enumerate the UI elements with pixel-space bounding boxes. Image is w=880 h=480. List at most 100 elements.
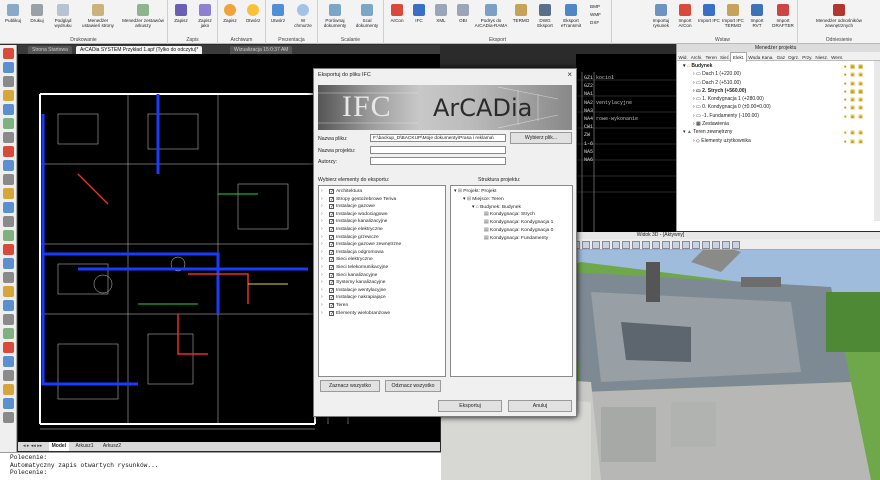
tree-node-attic[interactable]: › ▭ 2. Strych (+560.00) ● ▣ ▣	[683, 87, 880, 95]
view-tool-icon[interactable]	[702, 240, 710, 249]
authors-field[interactable]	[370, 157, 506, 165]
close-icon[interactable]: ×	[567, 70, 572, 79]
element-item[interactable]: › ✓ Sieci kanalizacyjne	[319, 272, 445, 280]
checkbox[interactable]: ✓	[329, 226, 334, 232]
checkbox[interactable]: ✓	[329, 280, 334, 286]
checkbox[interactable]: ✓	[329, 272, 334, 278]
tool-icon-13[interactable]	[2, 216, 14, 227]
file-name-field[interactable]: F:\backup_D\BACKUP\Moje dokumenty\Prasa …	[370, 134, 506, 142]
checkbox[interactable]: ✓	[329, 204, 334, 210]
view-tool-icon[interactable]	[612, 240, 620, 249]
export-arcon-button[interactable]: ArCon	[386, 4, 408, 23]
tree-node-roof-2[interactable]: › ▭ Dach 2 (+510.00) ● ▣ ▣	[683, 79, 880, 87]
tab-sheet-1[interactable]: Arkusz1	[72, 442, 96, 451]
merge-documents-button[interactable]: Scal dokumenty	[352, 4, 382, 28]
sheet-set-manager-button[interactable]: Menedżer zestawów arkuszy	[122, 4, 164, 28]
tree-node-building[interactable]: ▾ ⌂ Budynek ● ▣ ▣	[683, 62, 880, 70]
view-tool-icon[interactable]	[662, 240, 670, 249]
structure-node-storey[interactable]: ▤ Kondygnacja: Kondygnacja 1	[454, 219, 572, 227]
page-setup-manager-button[interactable]: Menedżer ustawień strony	[80, 4, 116, 28]
checkbox[interactable]: ✓	[329, 189, 334, 195]
tool-icon-7[interactable]	[2, 132, 14, 143]
checkbox[interactable]: ✓	[329, 234, 334, 240]
view-tool-icon[interactable]	[622, 240, 630, 249]
tool-icon-18[interactable]	[2, 286, 14, 297]
element-item[interactable]: › ✓ Instalacje wentylacyjne	[319, 287, 445, 295]
element-item[interactable]: › ✓ Instalacje kanalizacyjne	[319, 218, 445, 226]
export-obi-button[interactable]: OBI	[452, 4, 474, 23]
cloud-button[interactable]: W chmurze	[292, 4, 314, 28]
export-button[interactable]: Eksportuj	[438, 400, 502, 412]
tool-icon-2[interactable]	[2, 62, 14, 73]
tool-icon-1[interactable]	[2, 48, 14, 59]
bmp-export-button[interactable]: BMP	[590, 3, 601, 11]
tool-icon-21[interactable]	[2, 328, 14, 339]
tree-node-summaries[interactable]: › ▦ Zestawienia	[683, 120, 880, 128]
view-tool-icon[interactable]	[732, 240, 740, 249]
tool-icon-27[interactable]	[2, 412, 14, 423]
compare-documents-button[interactable]: Porównaj dokumenty	[320, 4, 350, 28]
import-ifc-termo-button[interactable]: Import IFC TERMO	[722, 4, 744, 28]
pm-tab-terrain[interactable]: Teren	[704, 53, 719, 62]
tool-icon-22[interactable]	[2, 342, 14, 353]
tool-icon-24[interactable]	[2, 370, 14, 381]
checkbox[interactable]: ✓	[329, 310, 334, 316]
select-all-button[interactable]: Zaznacz wszystko	[320, 380, 380, 392]
export-rama-button[interactable]: Podrys do ArCADia-RAMA	[474, 4, 508, 28]
checkbox[interactable]: ✓	[329, 287, 334, 293]
tool-icon-19[interactable]	[2, 300, 14, 311]
tree-node-user-elements[interactable]: › ◇ Elementy użytkownika ● ▣ ▣	[683, 137, 880, 145]
pm-tab-heating[interactable]: Ogrz.	[787, 53, 801, 62]
pm-tab-arch[interactable]: Archi.	[689, 53, 704, 62]
command-line[interactable]: Polecenie: Automatyczny zapis otwartych …	[0, 452, 446, 480]
view-tool-icon[interactable]	[592, 240, 600, 249]
element-item[interactable]: › ✓ Systemy kanalizacyjne	[319, 279, 445, 287]
tool-icon-6[interactable]	[2, 118, 14, 129]
tab-start-page[interactable]: Strona Startowa	[28, 46, 72, 54]
etransmit-button[interactable]: Eksport eTransmit	[558, 4, 584, 28]
tree-node-floor-1[interactable]: › ▭ 1. Kondygnacja 1 (+280.00) ● ▣ ▣	[683, 95, 880, 103]
archive-open-button[interactable]: Otwórz	[242, 4, 264, 23]
create-presentation-button[interactable]: Utwórz	[267, 4, 289, 23]
tool-icon-20[interactable]	[2, 314, 14, 325]
tree-node-roof-1[interactable]: › ▭ Dach 1 (+220.00) ● ▣ ▣	[683, 70, 880, 78]
tool-icon-15[interactable]	[2, 244, 14, 255]
pm-tab-connections[interactable]: Przy.	[801, 53, 814, 62]
tool-icon-25[interactable]	[2, 384, 14, 395]
project-name-field[interactable]	[370, 146, 506, 154]
tab-visualization[interactable]: Wizualizacja 15:0:37 AM	[230, 46, 293, 54]
cancel-button[interactable]: Anuluj	[508, 400, 572, 412]
tool-icon-9[interactable]	[2, 160, 14, 171]
save-button[interactable]: Zapisz	[170, 4, 192, 23]
element-item[interactable]: › ✓ Instalacje nakrapiające	[319, 294, 445, 302]
import-drafter-button[interactable]: Import DRAFTER	[770, 4, 796, 28]
import-drawing-button[interactable]: Importuj rysunek	[650, 4, 672, 28]
tool-icon-26[interactable]	[2, 398, 14, 409]
xref-manager-button[interactable]: Menedżer odnośników zewnętrznych	[806, 4, 872, 28]
tab-sheet-2[interactable]: Arkusz2	[100, 442, 124, 451]
structure-node-site[interactable]: ▾ ⊞ Miejsce: Teren	[454, 196, 572, 204]
tool-icon-23[interactable]	[2, 356, 14, 367]
view-tool-icon[interactable]	[602, 240, 610, 249]
tab-nav-arrows[interactable]: ◂ ▸ ◂◂ ▸▸	[20, 442, 45, 451]
tool-icon-12[interactable]	[2, 202, 14, 213]
view-tool-icon[interactable]	[692, 240, 700, 249]
archive-save-button[interactable]: Zapisz	[219, 4, 241, 23]
view-tool-icon[interactable]	[632, 240, 640, 249]
checkbox[interactable]: ✓	[329, 249, 334, 255]
import-ifc-button[interactable]: Import IFC	[698, 4, 720, 23]
tool-icon-5[interactable]	[2, 104, 14, 115]
element-item[interactable]: › ✓ Sieci telekomunikacyjne	[319, 264, 445, 272]
pm-tab-view[interactable]: Wid.	[677, 53, 689, 62]
element-item[interactable]: › ✓ Elementy wielobranżowe	[319, 310, 445, 318]
save-as-button[interactable]: Zapisz jako	[194, 4, 216, 28]
tool-icon-8[interactable]	[2, 146, 14, 157]
dxf-export-button[interactable]: DXF	[590, 19, 601, 27]
element-item[interactable]: › ✓ Instalacje gazowe	[319, 203, 445, 211]
pm-tab-network[interactable]: Sieć	[718, 53, 730, 62]
publish-button[interactable]: Publikuj	[2, 4, 24, 23]
project-manager-scrollbar[interactable]	[874, 61, 880, 221]
export-ifc-button[interactable]: IFC	[408, 4, 430, 23]
tool-icon-10[interactable]	[2, 174, 14, 185]
pm-tab-misc[interactable]: Niesz.	[814, 53, 830, 62]
